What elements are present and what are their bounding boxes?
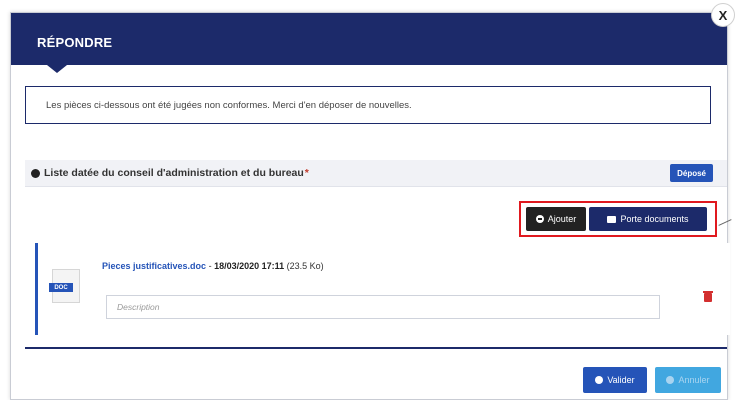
highlighted-actions: Ajouter Porte documents [519,201,717,237]
file-size: (23.5 Ko) [284,261,324,271]
section-title: Liste datée du conseil d'administration … [31,167,309,179]
add-button-label: Ajouter [547,214,577,224]
file-type-tag: DOC [49,283,73,292]
cancel-button[interactable]: Annuler [655,367,721,393]
notice-box: Les pièces ci-dessous ont été jugées non… [25,86,711,124]
close-button[interactable]: X [711,3,735,27]
briefcase-icon [607,215,617,223]
cancel-circle-icon [666,376,675,384]
portfolio-button[interactable]: Porte documents [589,207,707,231]
add-button[interactable]: Ajouter [526,207,586,231]
plus-circle-icon [535,215,544,223]
document-card: DOC Pieces justificatives.doc - 18/03/20… [35,243,730,335]
portfolio-button-label: Porte documents [620,214,689,224]
notice-text: Les pièces ci-dessous ont été jugées non… [46,99,412,111]
trash-icon[interactable] [703,291,713,302]
validate-button-label: Valider [607,375,635,385]
validate-button[interactable]: Valider [583,367,647,393]
status-badge: Déposé [670,164,713,182]
modal-title: RÉPONDRE [37,35,113,50]
section-header: Liste datée du conseil d'administration … [25,160,727,187]
file-info: Pieces justificatives.doc - 18/03/2020 1… [102,261,324,271]
cancel-button-label: Annuler [678,375,710,385]
modal-header: RÉPONDRE [11,13,727,65]
circle-check-icon [31,168,40,178]
reply-modal: RÉPONDRE X Les pièces ci-dessous ont été… [10,3,735,400]
section-title-text: Liste datée du conseil d'administration … [44,167,304,179]
header-notch [47,65,67,73]
description-placeholder: Description [117,302,160,312]
required-mark: * [304,167,309,179]
doc-file-icon: DOC [49,269,80,303]
divider [25,347,727,349]
file-separator: - [206,261,215,271]
description-input[interactable]: Description [106,295,660,319]
file-date: 18/03/2020 17:11 [214,261,285,271]
check-circle-icon [595,376,604,384]
file-name-link[interactable]: Pieces justificatives.doc [102,261,206,271]
